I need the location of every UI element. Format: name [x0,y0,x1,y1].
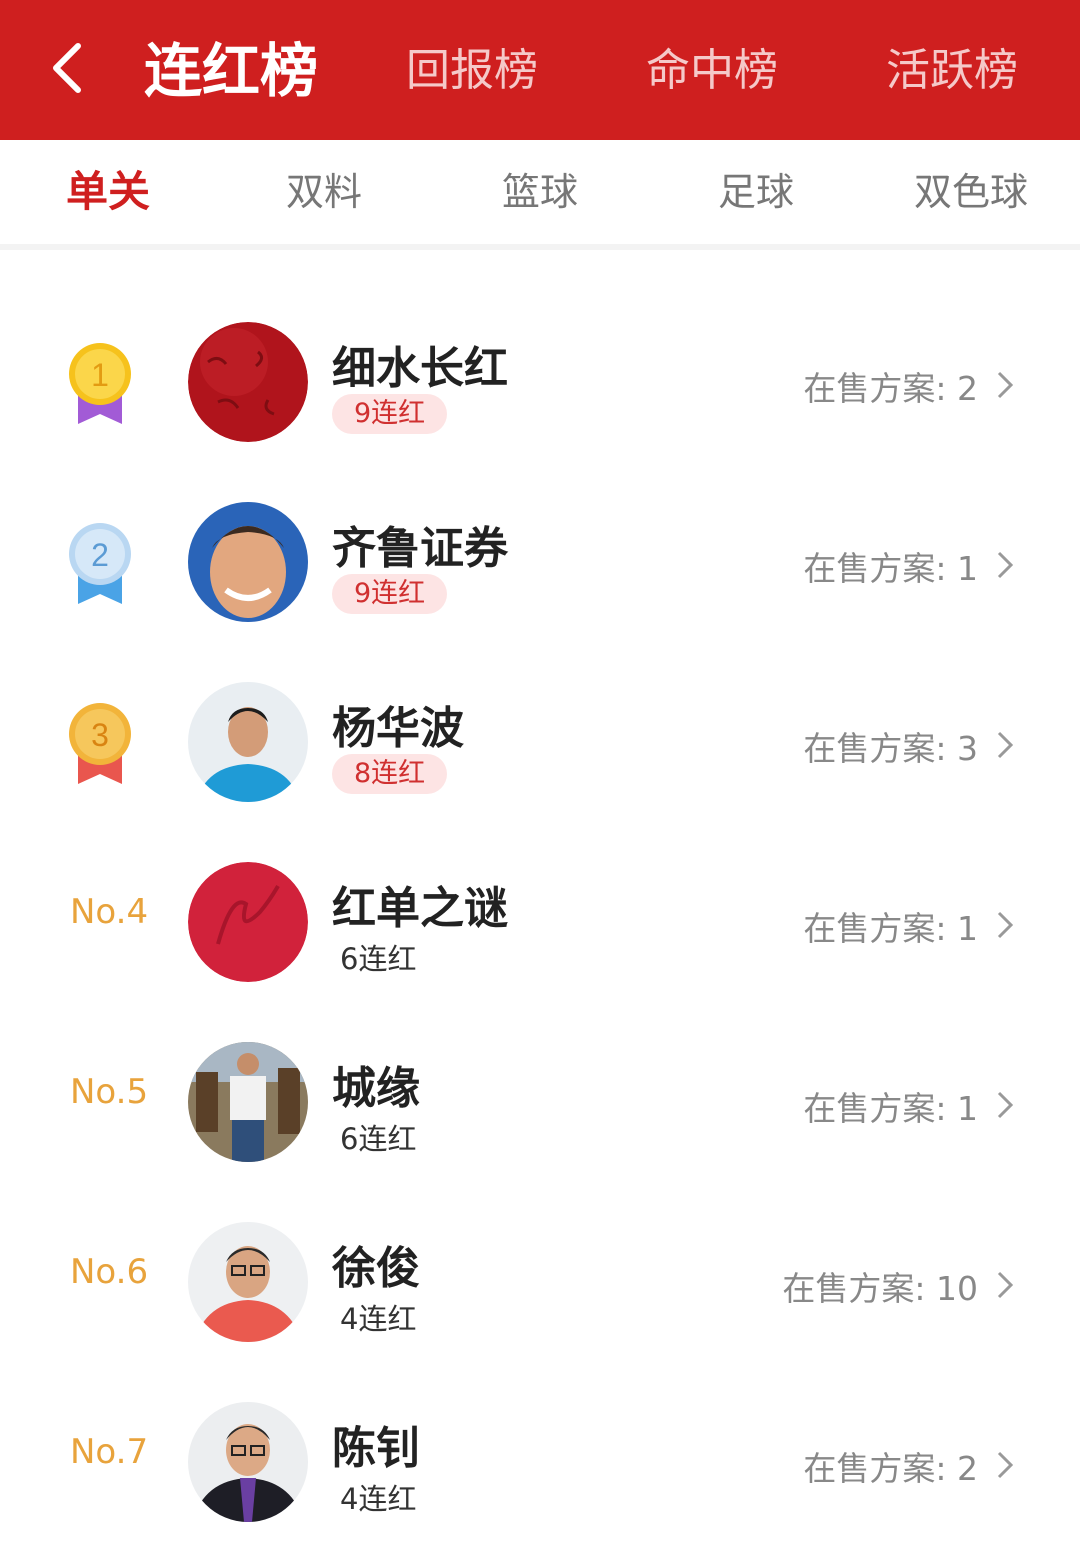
on-sale-count: 在售方案: 1 [803,1089,978,1128]
category-tab-football[interactable]: 足球 [718,164,794,220]
svg-text:3: 3 [91,717,109,753]
category-tabs: 单关 双料 篮球 足球 双色球 [0,140,1080,250]
streak-label: 6连红 [340,1122,417,1156]
svg-text:2: 2 [91,537,109,573]
ranking-row[interactable]: 3 杨华波 8连红 在售方案: 3 [0,652,1080,832]
tab-winning-streak[interactable]: 连红榜 [144,36,318,106]
rank-number: No.5 [70,1072,149,1112]
expert-name: 陈钊 [332,1423,420,1474]
avatar [188,322,308,442]
category-tab-single[interactable]: 单关 [66,164,150,220]
silver-medal-icon: 2 [69,523,131,604]
expert-name: 城缘 [332,1063,420,1114]
avatar [188,862,308,982]
on-sale-count: 在售方案: 3 [803,729,978,768]
streak-label: 6连红 [340,942,417,976]
ranking-row[interactable]: No.4 红单之谜 6连红 在售方案: 1 [0,832,1080,1012]
expert-name: 细水长红 [332,343,508,394]
tab-hit-rate[interactable]: 命中榜 [646,36,778,106]
chevron-right-icon[interactable] [996,910,1014,940]
chevron-right-icon[interactable] [996,1270,1014,1300]
rank-number: No.6 [70,1252,149,1292]
avatar [188,1042,308,1162]
ranking-row[interactable]: 1 细水长红 9连红 在售方案: 2 [0,292,1080,472]
bronze-medal-icon: 3 [69,703,131,784]
ranking-row[interactable]: No.5 城缘 6连红 在售方案: 1 [0,1012,1080,1192]
ranking-list: 1 细水长红 9连红 在售方案: 2 2 齐鲁证券 9连红 在售方案: 1 3 … [0,292,1080,1552]
rank-number: No.4 [70,892,149,932]
ranking-row[interactable]: 2 齐鲁证券 9连红 在售方案: 1 [0,472,1080,652]
category-tab-double[interactable]: 双料 [286,164,362,220]
on-sale-count: 在售方案: 2 [803,369,978,408]
expert-name: 杨华波 [332,703,464,754]
tab-return[interactable]: 回报榜 [406,36,538,106]
tab-active[interactable]: 活跃榜 [886,36,1018,106]
category-tab-lottery[interactable]: 双色球 [914,164,1028,220]
on-sale-count: 在售方案: 2 [803,1449,978,1488]
chevron-right-icon[interactable] [996,730,1014,760]
avatar [188,1402,308,1522]
ranking-row[interactable]: No.7 陈钊 4连红 在售方案: 2 [0,1372,1080,1552]
chevron-right-icon[interactable] [996,550,1014,580]
streak-badge: 8连红 [332,754,448,794]
chevron-right-icon[interactable] [996,1090,1014,1120]
ranking-row[interactable]: No.6 徐俊 4连红 在售方案: 10 [0,1192,1080,1372]
on-sale-count: 在售方案: 10 [782,1269,978,1308]
chevron-right-icon[interactable] [996,370,1014,400]
svg-text:1: 1 [91,357,109,393]
avatar [188,502,308,622]
category-tab-basketball[interactable]: 篮球 [502,164,578,220]
streak-label: 4连红 [340,1482,417,1516]
on-sale-count: 在售方案: 1 [803,909,978,948]
chevron-right-icon[interactable] [996,1450,1014,1480]
back-arrow-icon[interactable] [48,40,88,96]
expert-name: 徐俊 [332,1243,420,1294]
expert-name: 齐鲁证券 [332,523,508,574]
gold-medal-icon: 1 [69,343,131,424]
top-navigation-bar: 连红榜 回报榜 命中榜 活跃榜 [0,0,1080,140]
on-sale-count: 在售方案: 1 [803,549,978,588]
avatar [188,682,308,802]
avatar [188,1222,308,1342]
rank-number: No.7 [70,1432,149,1472]
streak-badge: 9连红 [332,394,448,434]
streak-badge: 9连红 [332,574,448,614]
streak-label: 4连红 [340,1302,417,1336]
expert-name: 红单之谜 [332,883,508,934]
